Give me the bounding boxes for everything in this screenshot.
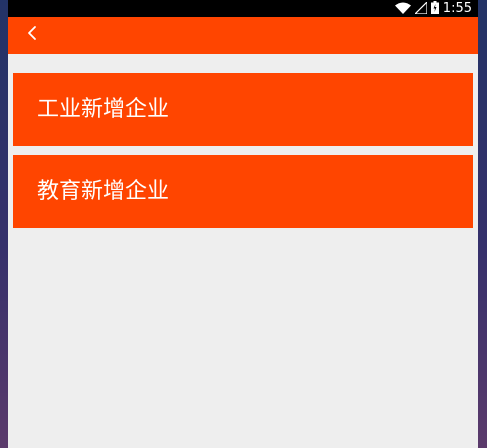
- list-item-industry-new-enterprises[interactable]: 工业新增企业: [13, 73, 473, 146]
- status-bar: 1:55: [8, 0, 478, 17]
- app-bar: [8, 17, 478, 54]
- signal-icon: [413, 0, 428, 18]
- wifi-icon: [394, 0, 411, 18]
- chevron-left-icon: [26, 25, 38, 45]
- status-icons: 1:55: [394, 0, 472, 18]
- battery-icon: [430, 0, 439, 18]
- back-button[interactable]: [20, 23, 44, 47]
- list-item-education-new-enterprises[interactable]: 教育新增企业: [13, 155, 473, 228]
- status-time: 1:55: [442, 1, 472, 16]
- phone-screen: 1:55 工业新增企业 教育新增企业: [8, 0, 478, 448]
